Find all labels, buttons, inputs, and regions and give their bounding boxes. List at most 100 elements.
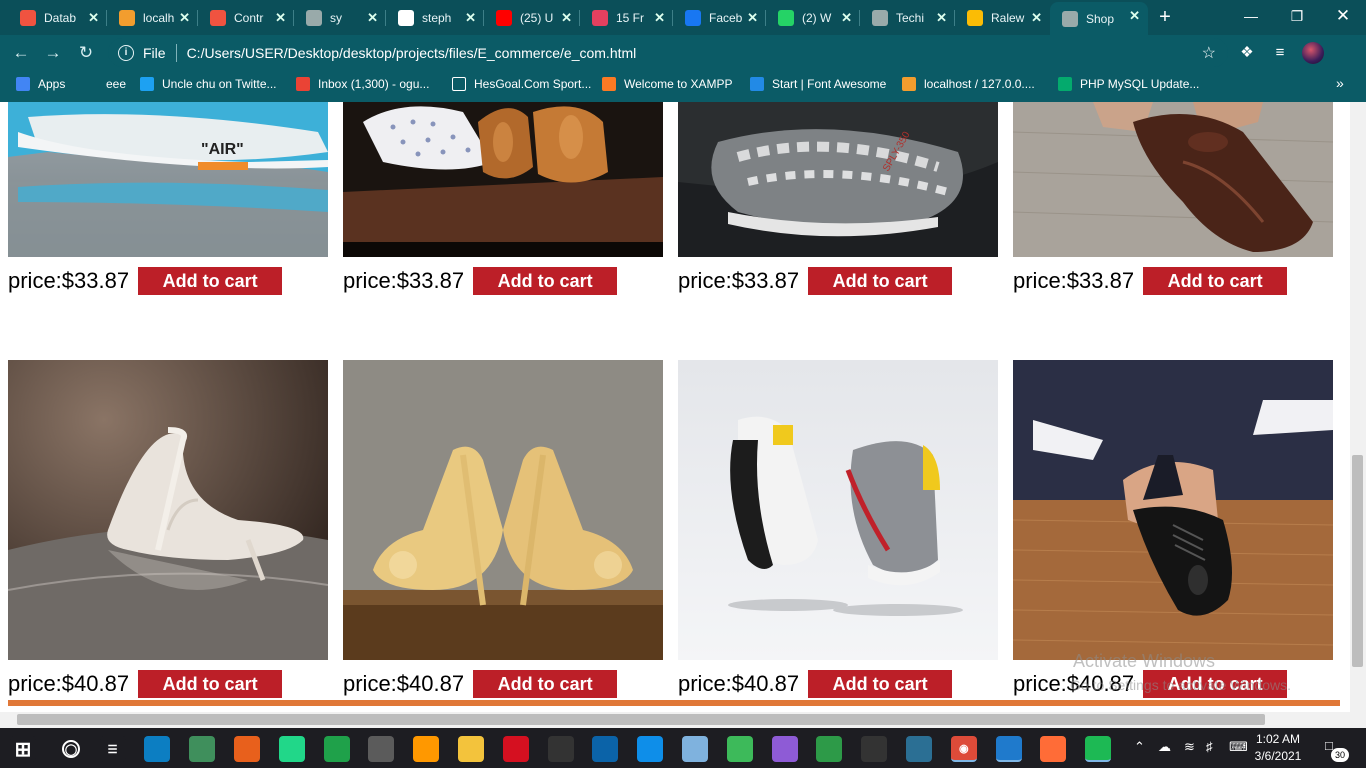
phpmyadmin-icon — [119, 9, 135, 26]
pycharm-icon[interactable] — [278, 736, 305, 762]
price-row: price:$33.87 Add to cart — [343, 266, 618, 296]
tab-close-icon[interactable]: ✕ — [88, 10, 99, 26]
add-to-cart-button[interactable]: Add to cart — [1143, 267, 1288, 295]
sublime-icon[interactable] — [413, 736, 440, 762]
bookmark-star-icon[interactable]: ☆ — [1202, 43, 1216, 63]
back-icon[interactable]: ← — [10, 42, 32, 64]
tab-4[interactable]: steph ✕ — [386, 4, 484, 31]
close-window-icon[interactable]: ✕ — [1320, 4, 1366, 28]
horizontal-scrollbar-thumb[interactable] — [17, 714, 1265, 725]
add-to-cart-button[interactable]: Add to cart — [138, 670, 283, 698]
edge-icon[interactable] — [144, 736, 171, 762]
tab-9[interactable]: Techi ✕ — [860, 4, 955, 31]
bookmark-6[interactable]: Start | Font Awesome — [750, 76, 886, 92]
minimize-icon[interactable]: — — [1228, 4, 1274, 28]
tab-close-icon[interactable]: ✕ — [936, 10, 947, 26]
obs-icon[interactable] — [368, 736, 395, 762]
w3-icon — [1058, 77, 1072, 91]
tab-close-icon[interactable]: ✕ — [561, 10, 572, 26]
footer-accent-bar — [8, 700, 1340, 706]
tab-8[interactable]: (2) W ✕ — [766, 4, 860, 31]
tab-close-icon[interactable]: ✕ — [465, 10, 476, 26]
product-price: price:$40.87 — [8, 671, 130, 696]
media-control-icon[interactable]: ≡ — [1270, 43, 1290, 63]
taskview-icon[interactable]: ☰ — [99, 736, 126, 762]
tray-chevron-icon[interactable]: ⌃ — [1134, 739, 1145, 755]
system-clock[interactable]: 1:02 AM 3/6/2021 — [1252, 731, 1304, 765]
bookmark-8[interactable]: PHP MySQL Update... — [1058, 76, 1199, 92]
terminal-icon[interactable] — [547, 736, 574, 762]
teamviewer-icon[interactable] — [637, 736, 664, 762]
tab-close-icon[interactable]: ✕ — [179, 10, 190, 26]
mysql-workbench-icon[interactable] — [906, 736, 932, 762]
tab-7[interactable]: Faceb ✕ — [673, 4, 766, 31]
url-text[interactable]: C:/Users/USER/Desktop/desktop/projects/f… — [187, 45, 637, 61]
tab-2[interactable]: Contr ✕ — [198, 4, 294, 31]
volume-icon[interactable]: ♯ — [1206, 739, 1213, 754]
postman-icon[interactable] — [1040, 736, 1067, 762]
profile-avatar[interactable] — [1302, 42, 1324, 64]
circle-app-icon[interactable] — [323, 736, 350, 762]
start-icon[interactable]: ⊞ — [10, 736, 36, 762]
vertical-scrollbar-thumb[interactable] — [1352, 455, 1363, 667]
bookmark-7[interactable]: localhost / 127.0.0.... — [902, 76, 1035, 92]
bookmark-4[interactable]: HesGoal.Com Sport... — [452, 76, 591, 92]
opera-icon[interactable] — [502, 736, 529, 762]
bookmark-0[interactable]: Apps — [16, 76, 65, 92]
new-tab-button[interactable]: + — [1154, 6, 1176, 29]
firefox-icon[interactable] — [234, 736, 260, 762]
tab-5[interactable]: (25) U ✕ — [484, 4, 580, 31]
spotify-icon[interactable] — [1085, 736, 1112, 762]
tab-label: Techi — [896, 10, 925, 25]
bookmark-3[interactable]: Inbox (1,300) - ogu... — [296, 76, 429, 92]
tab-11[interactable]: Shop ✕ — [1050, 2, 1148, 35]
tab-6[interactable]: 15 Fr ✕ — [580, 4, 673, 31]
tab-close-icon[interactable]: ✕ — [275, 10, 286, 26]
tab-close-icon[interactable]: ✕ — [1129, 8, 1140, 24]
bookmark-1[interactable]: eee — [84, 76, 126, 92]
add-to-cart-button[interactable]: Add to cart — [138, 267, 283, 295]
cloud-icon[interactable]: ☁ — [1158, 739, 1171, 755]
tab-label: Ralew — [991, 10, 1025, 25]
hs-icon[interactable] — [861, 736, 888, 762]
bookmark-5[interactable]: Welcome to XAMPP — [602, 76, 732, 92]
extensions-icon[interactable]: ❖ — [1237, 43, 1257, 63]
git-icon[interactable] — [816, 736, 843, 762]
tab-10[interactable]: Ralew ✕ — [955, 4, 1050, 31]
price-row: price:$40.87 Add to cart — [678, 669, 953, 699]
add-to-cart-button[interactable]: Add to cart — [473, 267, 618, 295]
address-bar[interactable]: i File C:/Users/USER/Desktop/desktop/pro… — [108, 38, 1228, 67]
site-info-icon[interactable]: i — [118, 44, 134, 61]
tab-close-icon[interactable]: ✕ — [654, 10, 665, 26]
file-explorer-icon[interactable] — [458, 736, 484, 762]
add-to-cart-button[interactable]: Add to cart — [473, 670, 618, 698]
cortana-icon[interactable]: ◯ — [62, 740, 80, 758]
android-studio-icon[interactable] — [726, 736, 753, 762]
github-desktop-icon[interactable] — [771, 736, 798, 762]
bookmark-2[interactable]: Uncle chu on Twitte... — [140, 76, 277, 92]
tab-3[interactable]: sy ✕ — [294, 4, 386, 31]
reload-icon[interactable]: ↻ — [75, 42, 97, 64]
tab-0[interactable]: Datab ✕ — [8, 4, 107, 31]
keyboard-icon[interactable]: ⌨ — [1229, 739, 1248, 755]
tab-close-icon[interactable]: ✕ — [1031, 10, 1042, 26]
add-to-cart-button[interactable]: Add to cart — [808, 670, 953, 698]
store-icon[interactable] — [592, 736, 619, 762]
tab-close-icon[interactable]: ✕ — [841, 10, 852, 26]
globe-icon — [872, 9, 888, 26]
tab-close-icon[interactable]: ✕ — [747, 10, 758, 26]
more-bookmarks-icon[interactable]: » — [1336, 75, 1344, 91]
bookmark-label: PHP MySQL Update... — [1080, 77, 1200, 91]
electron-icon[interactable] — [189, 736, 216, 762]
chrome-icon[interactable]: ◉ — [950, 736, 977, 762]
twitter-icon — [140, 77, 154, 91]
add-to-cart-button[interactable]: Add to cart — [808, 267, 953, 295]
forward-icon[interactable]: → — [42, 42, 64, 64]
vscode-icon[interactable] — [995, 736, 1022, 762]
wifi-icon[interactable]: ≋ — [1184, 739, 1195, 755]
tab-1[interactable]: localh ✕ — [107, 4, 198, 31]
restore-icon[interactable]: ❐ — [1274, 4, 1320, 28]
product-price: price:$33.87 — [678, 268, 800, 293]
tab-close-icon[interactable]: ✕ — [367, 10, 378, 26]
virtualbox-icon[interactable] — [682, 736, 708, 762]
